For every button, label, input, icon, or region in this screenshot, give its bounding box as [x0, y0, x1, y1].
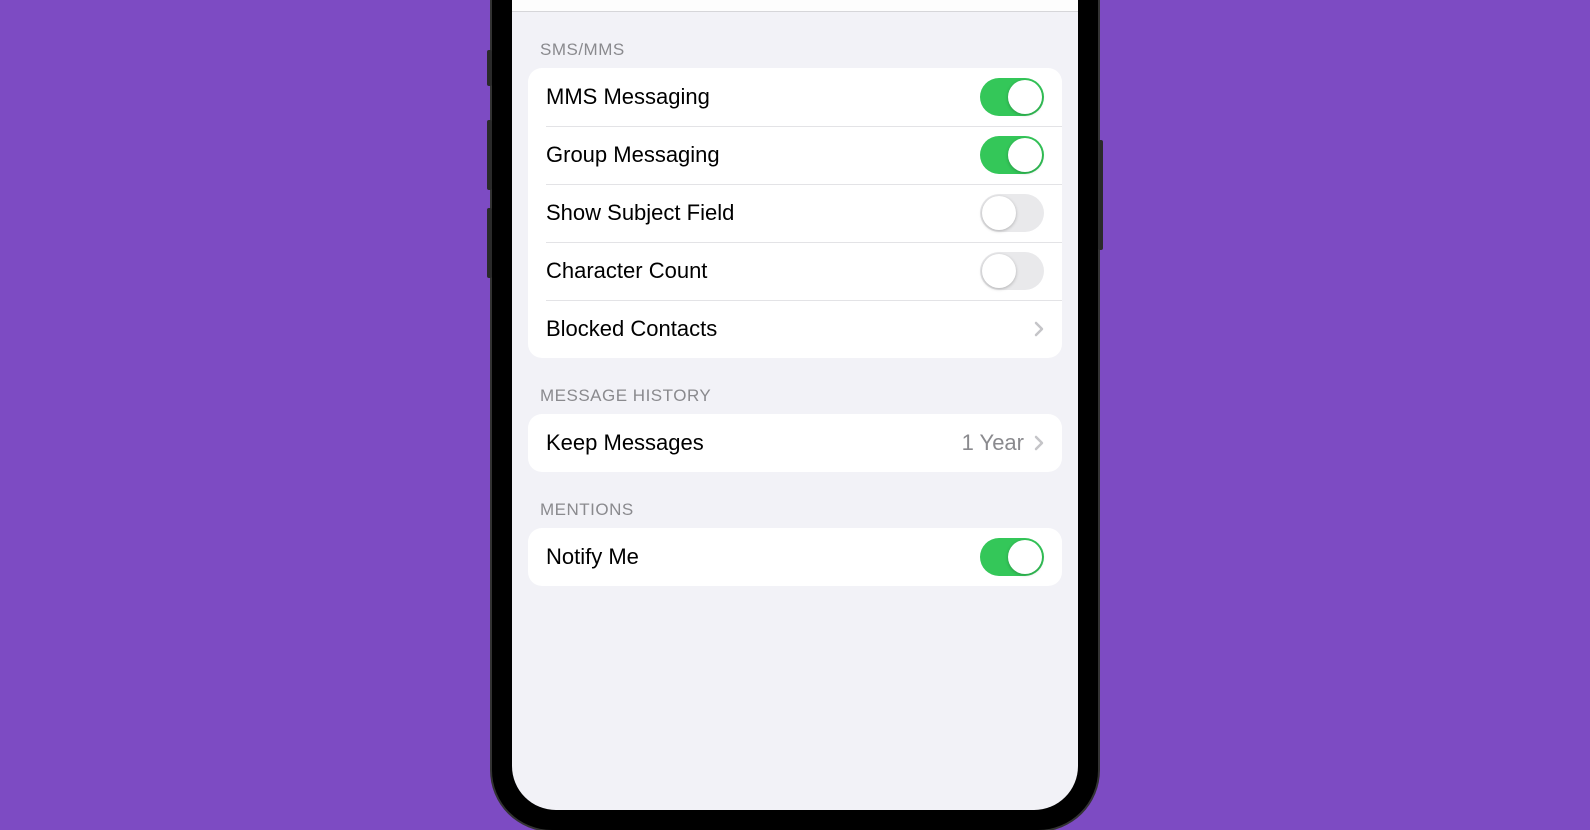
settings-content: SMS/MMS MMS Messaging Group Messaging Sh… [512, 12, 1078, 586]
row-label: MMS Messaging [546, 84, 980, 110]
row-label: Keep Messages [546, 430, 962, 456]
row-notify-me: Notify Me [528, 528, 1062, 586]
power-button [1098, 140, 1103, 250]
mute-switch [487, 50, 492, 86]
row-label: Blocked Contacts [546, 316, 1034, 342]
row-character-count: Character Count [528, 242, 1062, 300]
phone-frame: Settings Messages SMS/MMS MMS Messaging … [492, 0, 1098, 830]
volume-up-button [487, 120, 492, 190]
row-label: Show Subject Field [546, 200, 980, 226]
row-value: 1 Year [962, 430, 1024, 456]
group-sms: MMS Messaging Group Messaging Show Subje… [528, 68, 1062, 358]
section-header-mentions: MENTIONS [512, 472, 1078, 528]
toggle-show-subject-field[interactable] [980, 194, 1044, 232]
row-group-messaging: Group Messaging [528, 126, 1062, 184]
toggle-character-count[interactable] [980, 252, 1044, 290]
section-header-sms: SMS/MMS [512, 12, 1078, 68]
toggle-group-messaging[interactable] [980, 136, 1044, 174]
phone-screen: Settings Messages SMS/MMS MMS Messaging … [512, 0, 1078, 810]
row-label: Character Count [546, 258, 980, 284]
chevron-right-icon [1034, 435, 1044, 451]
chevron-right-icon [1034, 321, 1044, 337]
group-mentions: Notify Me [528, 528, 1062, 586]
row-label: Notify Me [546, 544, 980, 570]
nav-bar: Settings Messages [512, 0, 1078, 12]
row-keep-messages[interactable]: Keep Messages 1 Year [528, 414, 1062, 472]
phone-bezel: Settings Messages SMS/MMS MMS Messaging … [502, 0, 1088, 820]
toggle-mms-messaging[interactable] [980, 78, 1044, 116]
section-header-history: MESSAGE HISTORY [512, 358, 1078, 414]
group-history: Keep Messages 1 Year [528, 414, 1062, 472]
toggle-notify-me[interactable] [980, 538, 1044, 576]
row-show-subject-field: Show Subject Field [528, 184, 1062, 242]
volume-down-button [487, 208, 492, 278]
row-label: Group Messaging [546, 142, 980, 168]
row-mms-messaging: MMS Messaging [528, 68, 1062, 126]
row-blocked-contacts[interactable]: Blocked Contacts [528, 300, 1062, 358]
